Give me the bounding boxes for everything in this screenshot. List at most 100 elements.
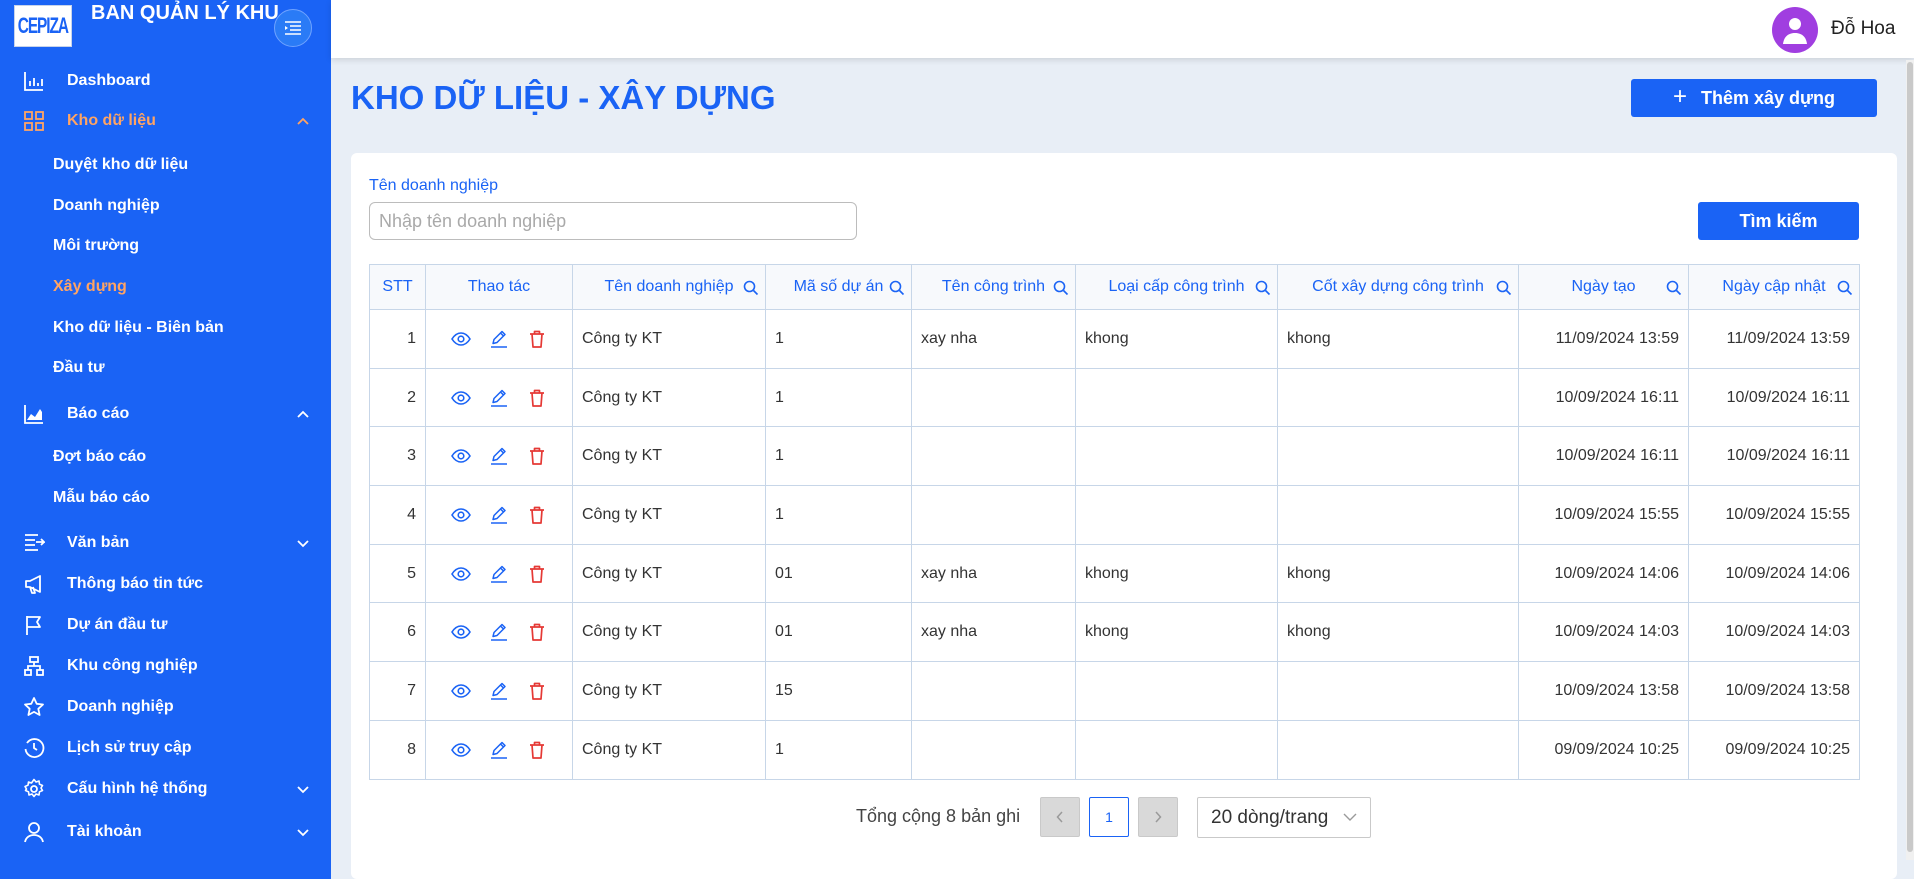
cell-created: 10/09/2024 16:11: [1518, 367, 1689, 428]
logo[interactable]: CEPIZA: [14, 5, 72, 47]
sidebar-item-tai-khoan[interactable]: Tài khoản: [0, 814, 331, 850]
next-page-button[interactable]: [1138, 797, 1178, 837]
edit-icon: [491, 565, 507, 583]
col-header-actions: Thao tác: [425, 264, 573, 310]
cell-created: 10/09/2024 15:55: [1518, 485, 1689, 545]
sidebar-item-du-an[interactable]: Dự án đầu tư: [0, 607, 331, 643]
trash-icon: [530, 447, 544, 466]
sidebar-subitem-dot-bao-cao[interactable]: Đợt báo cáo: [0, 440, 331, 474]
logo-text: CEPIZA: [17, 13, 69, 38]
cell-created: 10/09/2024 14:03: [1518, 602, 1689, 663]
cell-construction-class: [1075, 426, 1278, 487]
page-1-button[interactable]: 1: [1089, 797, 1129, 837]
sidebar-item-bao-cao[interactable]: Báo cáo: [0, 396, 331, 432]
cell-stt: 4: [369, 485, 426, 545]
search-button[interactable]: Tìm kiếm: [1698, 202, 1859, 240]
delete-button[interactable]: [526, 680, 548, 702]
user-name[interactable]: Đỗ Hoa: [1831, 18, 1895, 40]
sidebar-item-doanh-nghiep[interactable]: Doanh nghiệp: [0, 689, 331, 725]
sidebar-item-thong-bao[interactable]: Thông báo tin tức: [0, 566, 331, 602]
delete-button[interactable]: [526, 621, 548, 643]
delete-button[interactable]: [526, 739, 548, 761]
sidebar-subitem-mau-bao-cao[interactable]: Mẫu báo cáo: [0, 481, 331, 515]
sidebar-subitem-doanh-nghiep[interactable]: Doanh nghiệp: [0, 189, 331, 223]
scrollbar-thumb[interactable]: [1907, 62, 1913, 852]
prev-page-button[interactable]: [1040, 797, 1080, 837]
sidebar-item-dashboard[interactable]: Dashboard: [0, 63, 331, 99]
star-icon: [24, 697, 44, 716]
cell-updated: 09/09/2024 10:25: [1688, 719, 1860, 780]
view-button[interactable]: [450, 621, 472, 643]
view-button[interactable]: [450, 328, 472, 350]
sidebar-item-label: Lịch sử truy cập: [67, 739, 192, 756]
sidebar-subitem-bien-ban[interactable]: Kho dữ liệu - Biên bản: [0, 311, 331, 345]
cell-stt: 5: [369, 543, 426, 604]
add-construction-button[interactable]: + Thêm xây dựng: [1631, 79, 1877, 117]
sidebar-item-lich-su[interactable]: Lịch sử truy cập: [0, 730, 331, 766]
view-button[interactable]: [450, 445, 472, 467]
grid-icon: [24, 111, 44, 131]
sidebar-item-khu-cn[interactable]: Khu công nghiệp: [0, 648, 331, 684]
sidebar-item-label: Kho dữ liệu: [67, 112, 156, 129]
sidebar-subitem-moi-truong[interactable]: Môi trường: [0, 229, 331, 263]
sidebar-item-label: Duyệt kho dữ liệu: [53, 156, 189, 173]
sidebar-subitem-dau-tu[interactable]: Đầu tư: [0, 351, 331, 385]
company-name-input[interactable]: [369, 202, 857, 240]
sidebar-item-cau-hinh[interactable]: Cấu hình hệ thống: [0, 771, 331, 807]
view-button[interactable]: [450, 504, 472, 526]
cell-actions: [425, 485, 573, 545]
edit-icon: [491, 389, 507, 407]
search-icon[interactable]: [1053, 280, 1069, 296]
trash-icon: [530, 389, 544, 407]
search-icon[interactable]: [1666, 280, 1682, 296]
view-button[interactable]: [450, 563, 472, 585]
edit-button[interactable]: [488, 680, 510, 702]
edit-button[interactable]: [488, 739, 510, 761]
cell-project-code: 01: [765, 543, 912, 604]
col-header-label: Cốt xây dựng công trình: [1312, 278, 1484, 295]
search-icon[interactable]: [889, 280, 905, 296]
chevron-up-icon: [297, 117, 309, 125]
cell-project-code: 1: [765, 426, 912, 487]
search-icon[interactable]: [1496, 280, 1512, 296]
search-icon[interactable]: [1837, 280, 1853, 296]
table-row: 1 Công ty KT 1 xay nha khong khong 11/09…: [369, 309, 1860, 369]
sidebar-subitem-xay-dung[interactable]: Xây dựng: [0, 270, 331, 304]
trash-icon: [530, 506, 544, 524]
edit-button[interactable]: [488, 563, 510, 585]
sidebar-item-label: Báo cáo: [67, 405, 130, 422]
sidebar-item-kho-du-lieu[interactable]: Kho dữ liệu: [0, 103, 331, 139]
cell-created: 11/09/2024 13:59: [1518, 309, 1689, 369]
search-icon[interactable]: [1255, 280, 1271, 296]
cell-project-code: 15: [765, 661, 912, 721]
search-icon[interactable]: [743, 280, 759, 296]
delete-button[interactable]: [526, 445, 548, 467]
delete-button[interactable]: [526, 328, 548, 350]
delete-button[interactable]: [526, 387, 548, 409]
view-button[interactable]: [450, 387, 472, 409]
view-button[interactable]: [450, 739, 472, 761]
edit-button[interactable]: [488, 504, 510, 526]
sidebar-item-label: Khu công nghiệp: [67, 657, 198, 674]
gear-icon: [24, 778, 44, 798]
delete-button[interactable]: [526, 504, 548, 526]
page-size-select[interactable]: 20 dòng/trang: [1197, 797, 1371, 838]
chevron-down-icon: [297, 786, 309, 794]
cell-construction-level: [1277, 719, 1519, 780]
cell-company: Công ty KT: [572, 719, 766, 780]
avatar[interactable]: [1772, 7, 1818, 53]
sidebar-item-van-ban[interactable]: Văn bản: [0, 525, 331, 561]
sidebar-item-label: Xây dựng: [53, 278, 127, 295]
cell-created: 09/09/2024 10:25: [1518, 719, 1689, 780]
chevron-down-icon: [1343, 813, 1357, 821]
menu-toggle-button[interactable]: [274, 9, 312, 47]
edit-button[interactable]: [488, 621, 510, 643]
delete-button[interactable]: [526, 563, 548, 585]
edit-button[interactable]: [488, 387, 510, 409]
edit-button[interactable]: [488, 445, 510, 467]
cell-construction-name: [911, 719, 1076, 780]
history-icon: [24, 738, 45, 758]
sidebar-subitem-duyet-kho[interactable]: Duyệt kho dữ liệu: [0, 148, 331, 182]
edit-button[interactable]: [488, 328, 510, 350]
view-button[interactable]: [450, 680, 472, 702]
